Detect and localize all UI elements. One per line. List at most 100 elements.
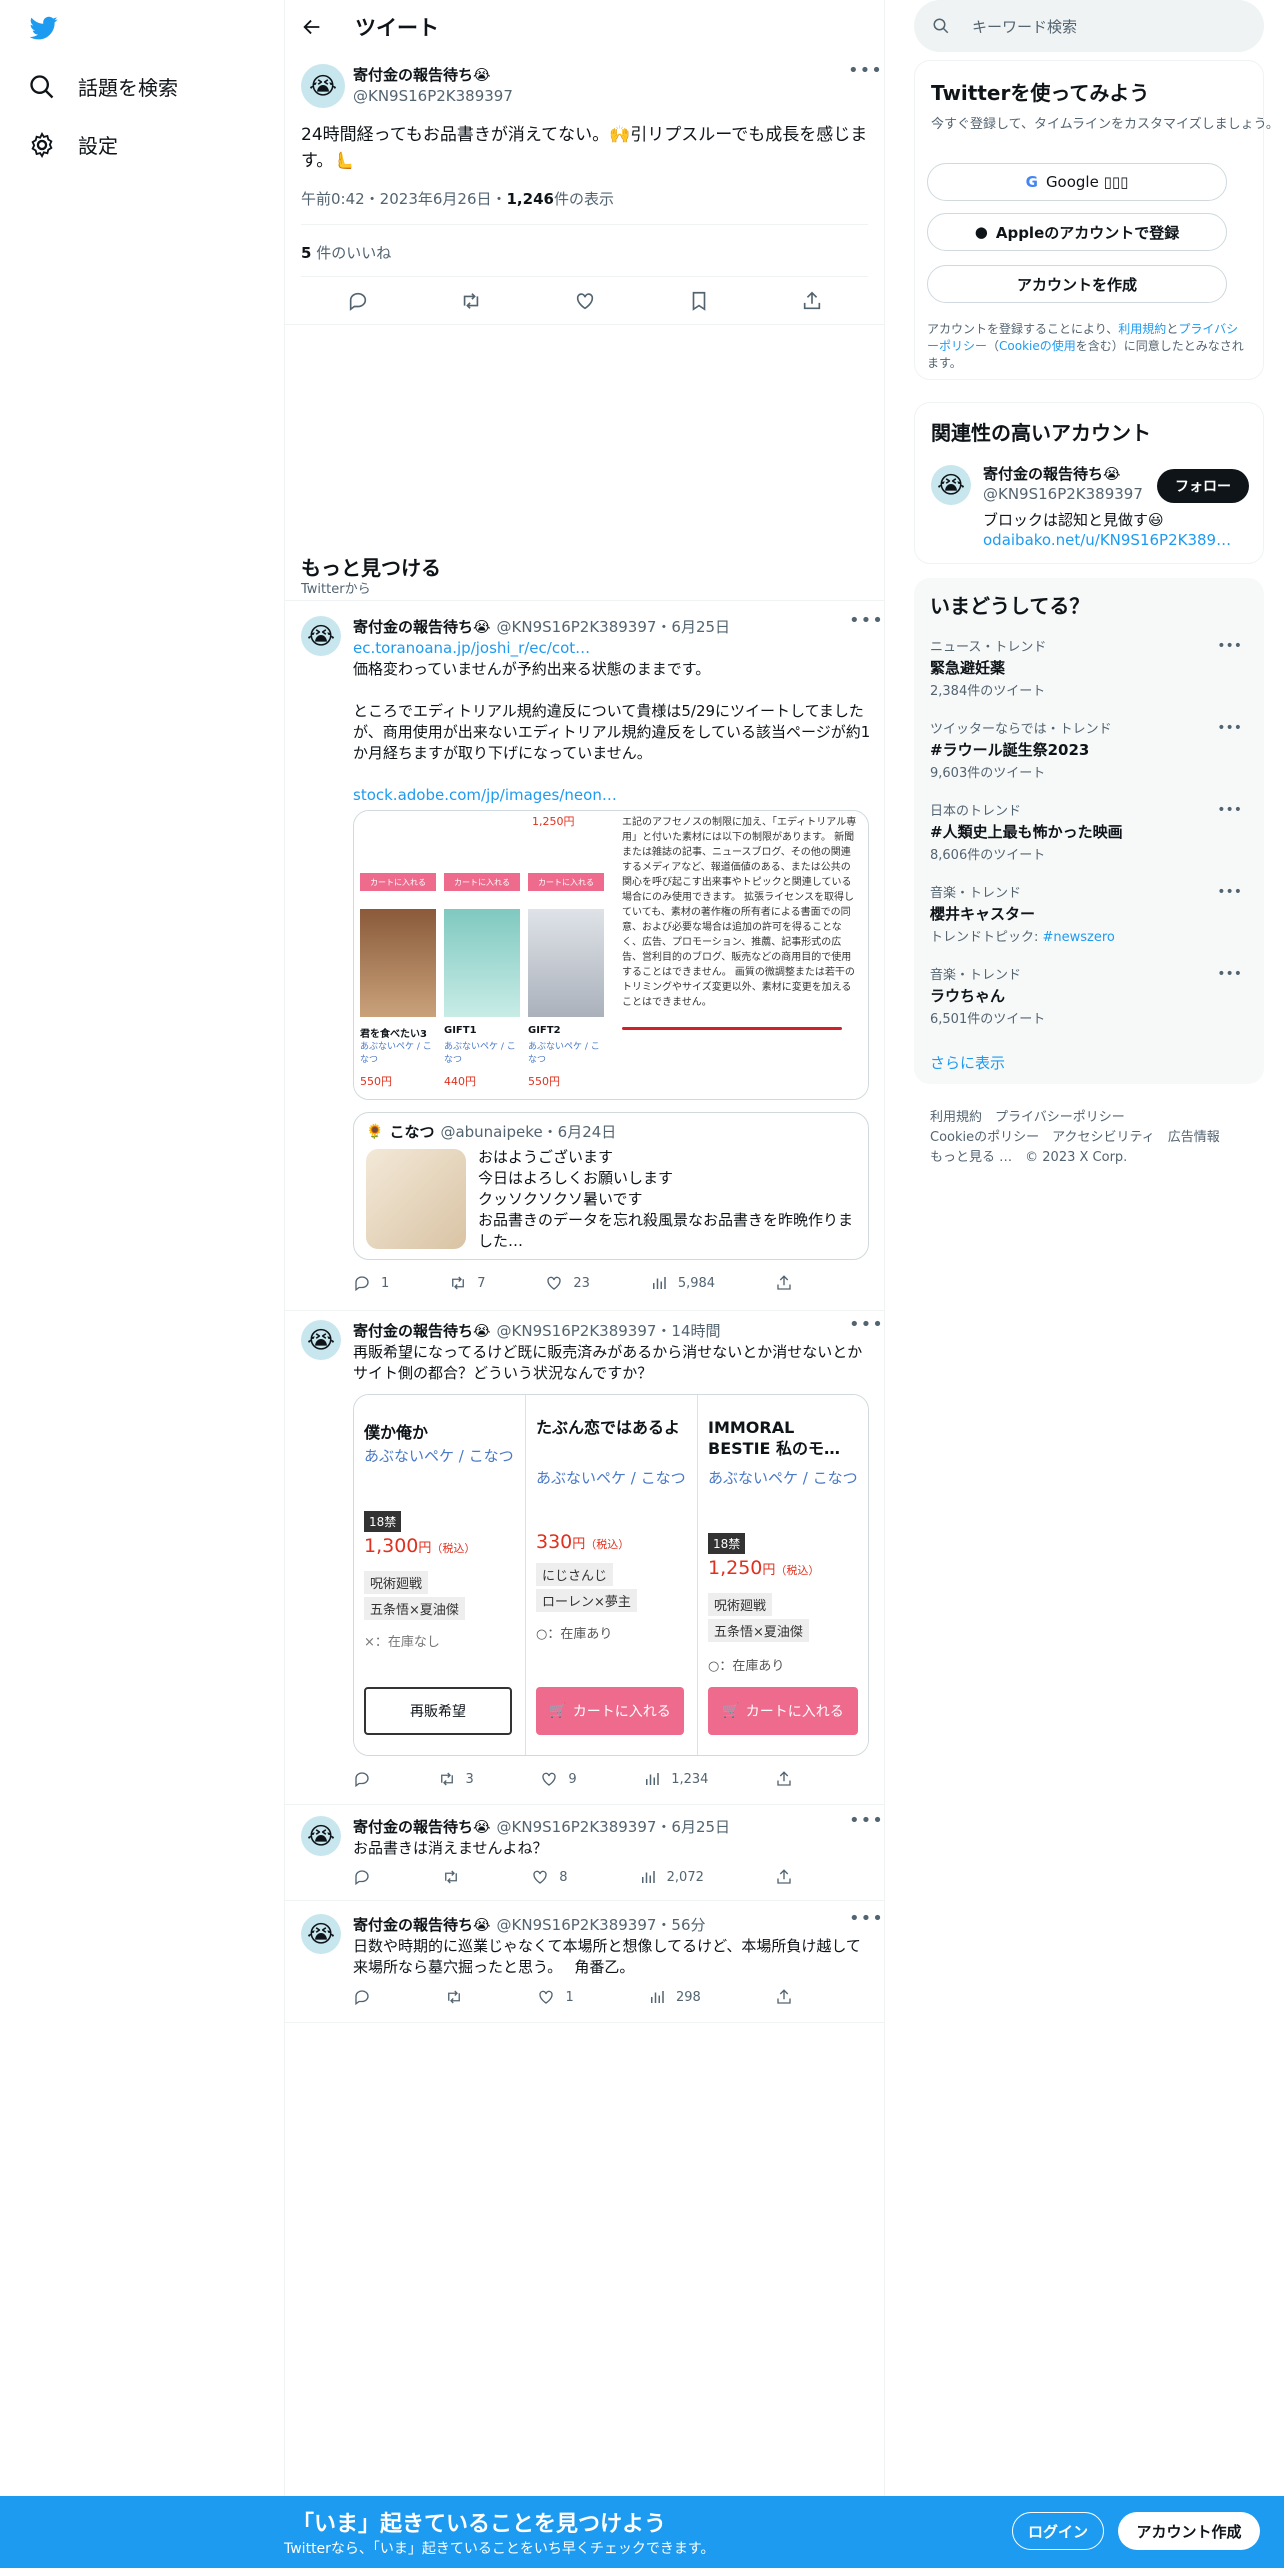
more-icon[interactable]: ••• <box>848 62 882 86</box>
tweet-link[interactable]: stock.adobe.com/jp/images/neon… <box>353 785 871 806</box>
more-icon[interactable]: ••• <box>849 612 883 636</box>
cookie-link[interactable]: Cookieの使用 <box>999 339 1076 353</box>
trend-item[interactable]: ニュース・トレンド 緊急避妊薬 2,384件のツイート ••• <box>930 636 1248 699</box>
like-button[interactable]: 8 <box>531 1868 568 1886</box>
tweet-link[interactable]: ec.toranoana.jp/joshi_r/ec/cot… <box>353 638 871 659</box>
nav-settings[interactable]: 設定 <box>28 130 118 159</box>
more-icon[interactable]: ••• <box>849 1316 883 1340</box>
retweet-icon <box>445 1870 458 1884</box>
related-account-link[interactable]: odaibako.net/u/KN9S16P2K389… <box>983 531 1231 549</box>
like-button[interactable]: 9 <box>540 1770 577 1788</box>
author-name[interactable]: 寄付金の報告待ち😭 <box>353 1914 491 1935</box>
more-icon[interactable]: ••• <box>849 1910 883 1934</box>
views-button[interactable]: 298 <box>648 1988 701 2006</box>
footer-link[interactable]: プライバシーポリシー <box>995 1110 1125 1125</box>
trend-hashtag-link[interactable]: #newszero <box>1043 930 1115 945</box>
views-button[interactable]: 1,234 <box>643 1770 708 1788</box>
trend-item[interactable]: 音楽・トレンド ラウちゃん 6,501件のツイート ••• <box>930 964 1248 1027</box>
tweet-text: 日数や時期的に巡業じゃなくて本場所と想像してるけど、本場所負け越して来場所なら墓… <box>353 1937 861 1976</box>
views-button[interactable]: 2,072 <box>639 1868 704 1886</box>
trend-item[interactable]: 日本のトレンド #人類史上最も怖かった映画 8,606件のツイート ••• <box>930 800 1248 863</box>
quoted-tweet[interactable]: 🌻 こなつ @abunaipeke・6月24日 おはようございます 今日はよろし… <box>353 1112 869 1260</box>
search-box[interactable]: キーワード検索 <box>914 0 1264 52</box>
trend-item[interactable]: 音楽・トレンド 櫻井キャスター トレンドトピック: #newszero ••• <box>930 882 1248 945</box>
apple-icon: ● <box>974 223 988 241</box>
reply-button[interactable] <box>353 1988 371 2006</box>
related-account-name[interactable]: 寄付金の報告待ち😭 <box>983 463 1121 484</box>
apple-signup-button[interactable]: ● Appleのアカウントで登録 <box>927 213 1227 251</box>
google-signup-button[interactable]: G Google ▯▯▯ <box>927 163 1227 201</box>
author-name[interactable]: 寄付金の報告待ち😭 <box>353 1816 491 1837</box>
author-name[interactable]: 寄付金の報告待ち😭 <box>353 616 491 637</box>
retweet-button[interactable]: 3 <box>438 1770 474 1788</box>
more-icon[interactable]: ••• <box>1217 802 1242 818</box>
avatar[interactable]: 😭 <box>301 616 341 656</box>
like-button[interactable]: 23 <box>545 1274 590 1292</box>
share-button[interactable] <box>775 1274 793 1292</box>
heart-icon <box>542 1772 557 1786</box>
login-button[interactable]: ログイン <box>1012 2512 1104 2550</box>
media-image[interactable]: 僕か俺か あぶないペケ / こなつ 18禁 1,300円（税込） 呪術廻戦 五条… <box>353 1394 869 1756</box>
avatar[interactable]: 😭 <box>301 64 345 108</box>
back-arrow-icon[interactable] <box>301 16 323 38</box>
heart-icon[interactable] <box>574 290 596 312</box>
show-more-link[interactable]: さらに表示 <box>930 1052 1005 1073</box>
twitter-logo-icon[interactable] <box>28 14 60 42</box>
share-button[interactable] <box>775 1770 793 1788</box>
more-icon[interactable]: ••• <box>1217 638 1242 654</box>
likes-summary[interactable]: 5 件のいいね <box>301 242 391 263</box>
footer-link[interactable]: Cookieのポリシー <box>930 1130 1039 1145</box>
tweet-card[interactable]: 😭 寄付金の報告待ち😭 @KN9S16P2K389397・6月25日 ••• お… <box>285 1812 885 1904</box>
footer-link[interactable]: 広告情報 <box>1168 1130 1220 1145</box>
tweet-timestamp[interactable]: 午前0:42・2023年6月26日・ <box>301 190 507 208</box>
author-block[interactable]: 寄付金の報告待ち😭 @KN9S16P2K389397 <box>353 64 513 105</box>
tweet-card[interactable]: 😭 寄付金の報告待ち😭 @KN9S16P2K389397・56分 ••• 日数や… <box>285 1910 885 2022</box>
retweet-button[interactable]: 7 <box>449 1274 485 1292</box>
avatar[interactable]: 😭 <box>931 465 971 505</box>
reply-button[interactable] <box>353 1770 371 1788</box>
share-button[interactable] <box>775 1868 793 1886</box>
license-text-image: エ記のアフセノスの制限に加え、「エディトリアル専用」と付いた素材には以下の制限が… <box>612 811 868 1099</box>
avatar[interactable]: 😭 <box>301 1320 341 1360</box>
media-image[interactable]: 1,250円 カートに入れる カートに入れる カートに入れる 君を食べたい3 G… <box>353 810 869 1100</box>
stock-status: ×：在庫なし <box>364 1635 440 1650</box>
author-name[interactable]: 寄付金の報告待ち😭 <box>353 1320 491 1341</box>
trend-item[interactable]: ツイッターならでは・トレンド #ラウール誕生祭2023 9,603件のツイート … <box>930 718 1248 781</box>
trend-count-prefix: トレンドトピック: <box>930 930 1043 945</box>
nav-explore[interactable]: 話題を検索 <box>28 72 178 101</box>
retweet-button[interactable] <box>442 1868 460 1886</box>
like-button[interactable]: 1 <box>537 1988 574 2006</box>
avatar[interactable]: 😭 <box>301 1914 341 1954</box>
tweet-card[interactable]: 😭 寄付金の報告待ち😭 @KN9S16P2K389397・6月25日 ••• e… <box>285 612 885 1312</box>
signup-button[interactable]: アカウント作成 <box>1118 2512 1260 2550</box>
footer-more-link[interactable]: もっと見る … <box>930 1150 1012 1165</box>
retweet-icon <box>440 1772 453 1786</box>
more-icon[interactable]: ••• <box>1217 720 1242 736</box>
share-icon[interactable] <box>801 290 823 312</box>
tweet-card[interactable]: 😭 寄付金の報告待ち😭 @KN9S16P2K389397・14時間 ••• 再販… <box>285 1316 885 1806</box>
trend-count: 8,606件のツイート <box>930 848 1046 863</box>
avatar[interactable]: 😭 <box>301 1816 341 1856</box>
reply-button[interactable]: 1 <box>353 1274 389 1292</box>
bookmark-icon[interactable] <box>688 290 710 312</box>
reply-button[interactable] <box>353 1868 371 1886</box>
retweet-count: 7 <box>477 1275 486 1291</box>
view-count: 1,234 <box>671 1771 709 1787</box>
footer-link[interactable]: アクセシビリティ <box>1052 1130 1155 1145</box>
terms-link[interactable]: 利用規約 <box>1118 322 1166 336</box>
sidebar-footer: 利用規約 プライバシーポリシー Cookieのポリシー アクセシビリティ 広告情… <box>930 1108 1250 1168</box>
retweet-icon[interactable] <box>460 290 482 312</box>
view-count: 5,984 <box>677 1275 716 1291</box>
retweet-button[interactable] <box>445 1988 463 2006</box>
more-icon[interactable]: ••• <box>1217 966 1242 982</box>
more-icon[interactable]: ••• <box>849 1812 883 1836</box>
trend-title: #ラウール誕生祭2023 <box>930 741 1090 759</box>
reply-icon[interactable] <box>347 290 369 312</box>
resale-request-button-image: 再販希望 <box>364 1687 512 1735</box>
share-button[interactable] <box>775 1988 793 2006</box>
create-account-button[interactable]: アカウントを作成 <box>927 265 1227 303</box>
footer-link[interactable]: 利用規約 <box>930 1110 982 1125</box>
views-button[interactable]: 5,984 <box>650 1274 715 1292</box>
more-icon[interactable]: ••• <box>1217 884 1242 900</box>
follow-button[interactable]: フォロー <box>1157 469 1249 503</box>
